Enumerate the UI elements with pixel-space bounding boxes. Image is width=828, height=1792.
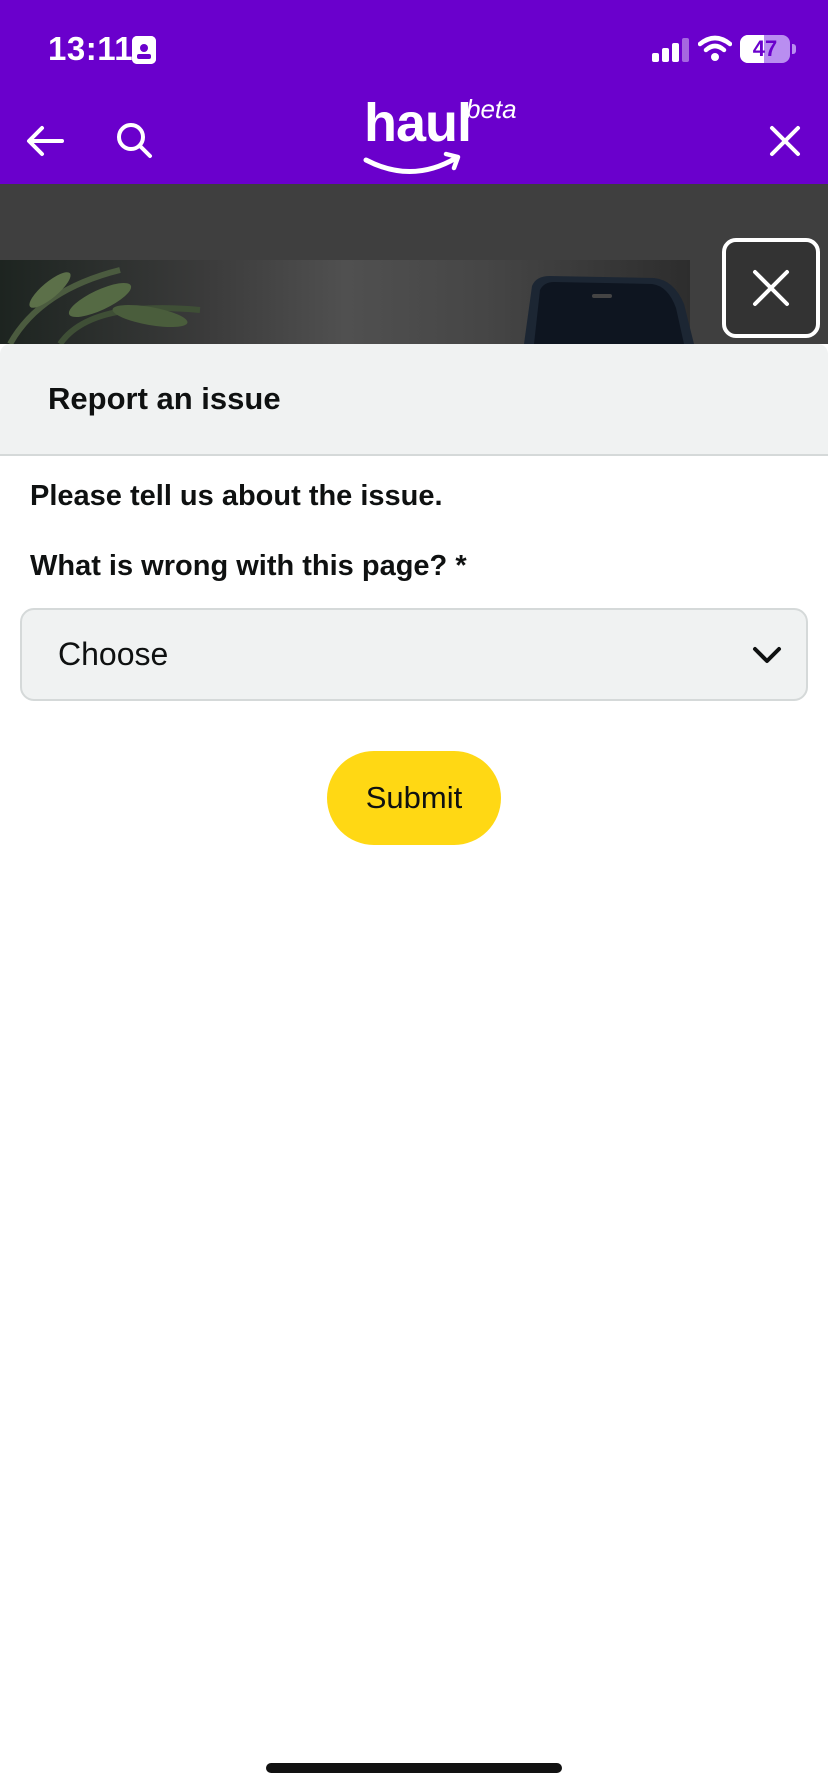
intro-text: Please tell us about the issue. [30,480,443,512]
id-card-icon [132,36,156,64]
question-label: What is wrong with this page? * [30,550,467,582]
screen: 13:11 47 haul beta Report an issue Pleas… [0,0,828,1792]
status-bar: 13:11 47 [0,0,828,96]
app-header: 13:11 47 haul beta [0,0,828,184]
search-icon[interactable] [112,118,158,164]
back-arrow-icon[interactable] [22,118,68,164]
submit-button[interactable]: Submit [327,751,501,845]
chevron-down-icon [753,647,781,663]
cellular-signal-icon [652,38,690,62]
smile-arrow-icon [363,151,461,174]
close-icon [753,270,789,306]
battery-cap [792,44,796,54]
wifi-icon [697,34,733,67]
haul-logo: haul beta [360,92,540,182]
battery-icon: 47 [740,35,790,63]
logo-word: haul [364,93,472,153]
select-value: Choose [58,636,169,672]
phone-image [524,276,694,344]
home-indicator[interactable] [266,1763,562,1773]
report-issue-sheet: Report an issue Please tell us about the… [0,344,828,1792]
close-icon[interactable] [762,118,808,164]
battery-level: 47 [752,36,778,61]
plant-image [7,267,201,344]
overlay-close-button[interactable] [722,238,820,338]
status-time: 13:11 [48,30,134,67]
logo-badge: beta [466,94,517,124]
sheet-title: Report an issue [48,381,281,416]
sheet-header: Report an issue [0,344,828,456]
issue-type-select[interactable]: Choose [20,608,808,701]
